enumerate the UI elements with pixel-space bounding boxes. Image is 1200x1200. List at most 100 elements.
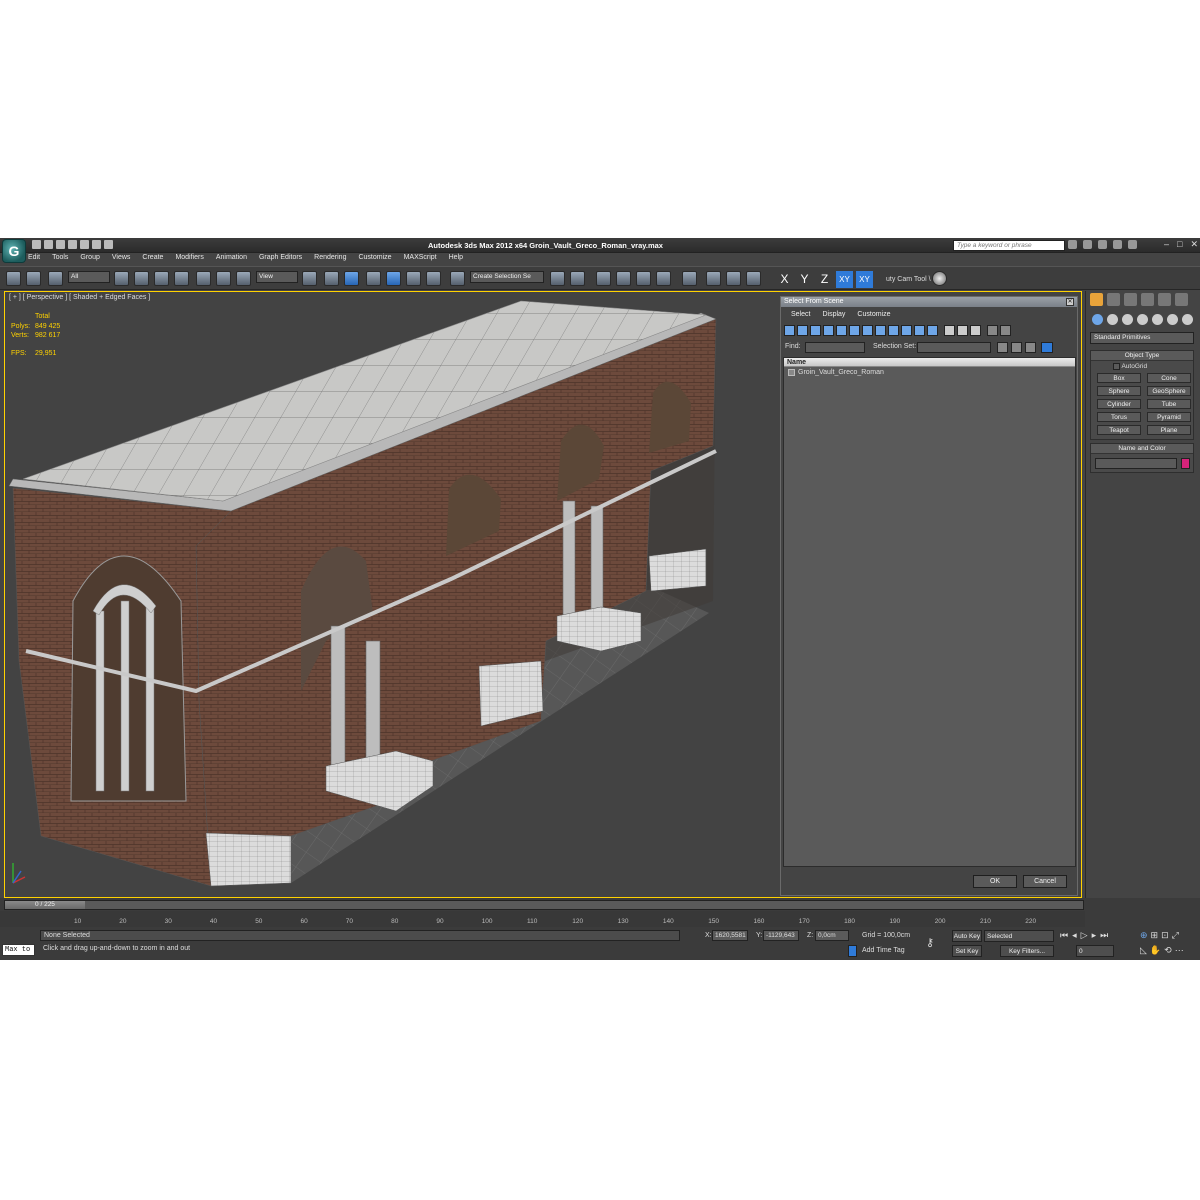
walk-through-icon[interactable]: ⋯	[1175, 945, 1184, 956]
skull-icon[interactable]	[932, 271, 947, 286]
viewport-label[interactable]: [ + ] [ Perspective ] [ Shaded + Edged F…	[9, 294, 150, 301]
find-input[interactable]	[805, 342, 865, 353]
help-icon[interactable]	[1128, 240, 1137, 249]
geosphere-button[interactable]: GeoSphere	[1147, 386, 1191, 397]
helpers-icon[interactable]	[1152, 314, 1163, 325]
select-all-icon[interactable]	[944, 325, 955, 336]
axis-xy-button[interactable]: XY	[836, 271, 853, 288]
menu-create[interactable]: Create	[142, 254, 163, 265]
angle-snap-icon[interactable]	[386, 271, 401, 286]
select-and-rotate-icon[interactable]	[216, 271, 231, 286]
zoom-extents-icon[interactable]: ⊡	[1161, 930, 1169, 941]
display-bones-icon[interactable]	[888, 325, 899, 336]
display-tab-icon[interactable]	[1158, 293, 1171, 306]
save-file-icon[interactable]	[56, 240, 65, 249]
utilities-tab-icon[interactable]	[1175, 293, 1188, 306]
project-folder-icon[interactable]	[92, 240, 101, 249]
y-coord-field[interactable]: -1129,643	[763, 930, 799, 941]
display-helpers-icon[interactable]	[836, 325, 847, 336]
dialog-title[interactable]: Select From Scene	[781, 297, 1077, 307]
x-coord-field[interactable]: 1620,5581	[712, 930, 748, 941]
pivot-center-icon[interactable]	[302, 271, 317, 286]
select-and-link-icon[interactable]	[6, 271, 21, 286]
object-name-input[interactable]	[1095, 458, 1177, 469]
keyboard-shortcut-toggle-icon[interactable]	[344, 271, 359, 286]
column-header-name[interactable]: Name	[784, 358, 1075, 367]
field-of-view-icon[interactable]: ◺	[1140, 945, 1147, 956]
add-set-icon[interactable]	[1011, 342, 1022, 353]
play-icon[interactable]: ▷	[1081, 930, 1088, 941]
selection-set-dropdown[interactable]	[917, 342, 991, 353]
app-logo-icon[interactable]: G	[2, 239, 26, 263]
lights-icon[interactable]	[1122, 314, 1133, 325]
render-setup-icon[interactable]	[706, 271, 721, 286]
schematic-view-icon[interactable]	[656, 271, 671, 286]
display-groups-icon[interactable]	[862, 325, 873, 336]
select-invert-icon[interactable]	[970, 325, 981, 336]
curve-editor-icon[interactable]	[636, 271, 651, 286]
select-by-name-icon[interactable]	[134, 271, 149, 286]
display-shapes-icon[interactable]	[797, 325, 808, 336]
menu-maxscript[interactable]: MAXScript	[404, 254, 437, 265]
filter-funnel-icon[interactable]	[987, 325, 998, 336]
display-lights-icon[interactable]	[810, 325, 821, 336]
create-tab-icon[interactable]	[1090, 293, 1103, 306]
list-item[interactable]: Groin_Vault_Greco_Roman	[784, 369, 1075, 376]
autogrid-checkbox-box[interactable]	[1113, 363, 1120, 370]
time-tag-icon[interactable]	[848, 945, 857, 957]
current-frame-field[interactable]: 0	[1076, 945, 1114, 957]
z-coord-field[interactable]: 0,0cm	[815, 930, 849, 941]
axis-z-button[interactable]: Z	[816, 271, 833, 288]
display-space-warps-icon[interactable]	[849, 325, 860, 336]
menu-animation[interactable]: Animation	[216, 254, 247, 265]
torus-button[interactable]: Torus	[1097, 412, 1141, 423]
render-production-icon[interactable]	[746, 271, 761, 286]
mirror-icon[interactable]	[550, 271, 565, 286]
select-none-icon[interactable]	[957, 325, 968, 336]
unlink-icon[interactable]	[26, 271, 41, 286]
name-and-color-title[interactable]: Name and Color	[1091, 444, 1193, 454]
previous-frame-icon[interactable]: ◂	[1072, 930, 1077, 941]
geometry-icon[interactable]	[1092, 314, 1103, 325]
select-set-icon[interactable]	[997, 342, 1008, 353]
axis-y-button[interactable]: Y	[796, 271, 813, 288]
menu-edit[interactable]: Edit	[28, 254, 40, 265]
named-selection-set-dropdown[interactable]: Create Selection Se	[470, 271, 544, 283]
rendered-frame-window-icon[interactable]	[726, 271, 741, 286]
reference-coordinate-dropdown[interactable]: View	[256, 271, 298, 283]
subscription-icon[interactable]	[1083, 240, 1092, 249]
search-input[interactable]: Type a keyword or phrase	[953, 240, 1065, 251]
display-hidden-icon[interactable]	[927, 325, 938, 336]
menu-rendering[interactable]: Rendering	[314, 254, 346, 265]
material-editor-icon[interactable]	[682, 271, 697, 286]
close-icon[interactable]: ✕	[1190, 239, 1198, 250]
zoom-icon[interactable]: ⊕	[1140, 930, 1148, 941]
display-containers-icon[interactable]	[901, 325, 912, 336]
menu-graph-editors[interactable]: Graph Editors	[259, 254, 302, 265]
cameras-icon[interactable]	[1137, 314, 1148, 325]
sort-icon[interactable]	[1000, 325, 1011, 336]
menu-views[interactable]: Views	[112, 254, 131, 265]
display-frozen-icon[interactable]	[914, 325, 925, 336]
spinner-snap-icon[interactable]	[426, 271, 441, 286]
autogrid-checkbox[interactable]: AutoGrid	[1091, 361, 1193, 370]
pyramid-button[interactable]: Pyramid	[1147, 412, 1191, 423]
sync-selection-icon[interactable]	[1041, 342, 1053, 353]
select-and-move-icon[interactable]	[196, 271, 211, 286]
select-and-manipulate-icon[interactable]	[324, 271, 339, 286]
track-bar[interactable]: 10 20 30 40 50 60 70 80 90 100 110 120 130 140 150 160 1…	[0, 911, 1085, 927]
go-to-start-icon[interactable]: ⏮	[1060, 930, 1068, 941]
axis-x-button[interactable]: X	[776, 271, 793, 288]
new-file-icon[interactable]	[32, 240, 41, 249]
maxscript-listener[interactable]: Max to	[2, 944, 35, 956]
cancel-button[interactable]: Cancel	[1023, 875, 1067, 888]
scene-object-list[interactable]: Name Groin_Vault_Greco_Roman	[783, 357, 1076, 867]
rectangular-selection-icon[interactable]	[154, 271, 169, 286]
auto-key-button[interactable]: Auto Key	[952, 930, 982, 942]
cylinder-button[interactable]: Cylinder	[1097, 399, 1141, 410]
teapot-button[interactable]: Teapot	[1097, 425, 1141, 436]
time-slider-thumb[interactable]: 0 / 225	[5, 901, 85, 909]
undo-icon[interactable]	[68, 240, 77, 249]
tube-button[interactable]: Tube	[1147, 399, 1191, 410]
object-type-title[interactable]: Object Type	[1091, 351, 1193, 361]
